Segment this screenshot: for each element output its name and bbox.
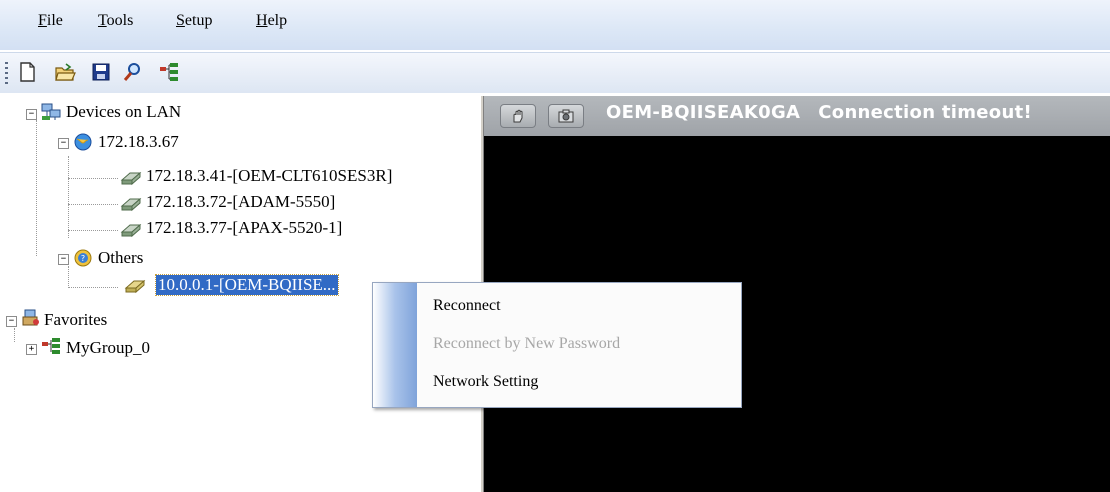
device-icon <box>120 194 142 214</box>
menu-file[interactable]: File <box>38 12 63 30</box>
toolbar <box>0 52 1110 93</box>
tree-line <box>14 328 15 342</box>
menu-item-reconnect[interactable]: Reconnect <box>433 297 501 315</box>
new-file-icon[interactable] <box>14 59 40 85</box>
menu-item-reconnect-new-password: Reconnect by New Password <box>433 335 621 352</box>
tree-item-favorites[interactable]: Favorites <box>44 310 107 330</box>
svg-text:?: ? <box>81 254 85 263</box>
viewer-status: OEM-BQIISEAK0GA Connection timeout! <box>606 102 1032 123</box>
tree-item-device[interactable]: 172.18.3.77-[APAX-5520-1] <box>146 218 342 238</box>
menu-item-network-setting[interactable]: Network Setting <box>433 373 538 391</box>
context-menu: Reconnect Reconnect by New Password Netw… <box>372 282 742 408</box>
tree-line <box>68 230 118 231</box>
collapse-favorites-icon[interactable]: − <box>6 316 17 327</box>
toolbar-grip[interactable] <box>5 62 8 84</box>
save-icon[interactable] <box>88 59 114 85</box>
tree-line <box>68 287 118 288</box>
tree-item-others[interactable]: Others <box>98 248 143 268</box>
question-icon: ? <box>72 248 94 268</box>
search-icon[interactable] <box>120 59 146 85</box>
favorites-icon <box>20 308 42 328</box>
expand-group-icon[interactable]: + <box>26 344 37 355</box>
tree-item-subnet[interactable]: 172.18.3.67 <box>98 132 179 152</box>
tree-item-selected-device[interactable]: 10.0.0.1-[OEM-BQIISE... <box>155 274 339 296</box>
tree-item-device[interactable]: 172.18.3.41-[OEM-CLT610SES3R] <box>146 166 392 186</box>
tree-line <box>68 266 69 288</box>
tree-item-group[interactable]: MyGroup_0 <box>66 338 150 358</box>
menu-bar: File Tools Setup Help <box>0 0 1110 50</box>
collapse-devices-icon[interactable]: − <box>26 109 37 120</box>
device-icon <box>120 220 142 240</box>
menu-tools[interactable]: Tools <box>98 12 133 30</box>
camera-icon[interactable] <box>548 104 584 128</box>
collapse-subnet-icon[interactable]: − <box>58 138 69 149</box>
hand-icon[interactable] <box>500 104 536 128</box>
menu-help[interactable]: Help <box>256 12 287 30</box>
group-icon[interactable] <box>156 59 182 85</box>
device-icon <box>120 168 142 188</box>
tree-line <box>36 120 37 256</box>
group-tree-icon <box>40 336 62 356</box>
menu-setup[interactable]: Setup <box>176 12 212 30</box>
device-warning-icon <box>124 276 146 296</box>
tree-line <box>68 156 69 238</box>
network-computers-icon <box>40 102 62 122</box>
open-folder-icon[interactable] <box>52 59 78 85</box>
tree-item-devices-on-lan[interactable]: Devices on LAN <box>66 102 181 122</box>
tree-line <box>68 204 118 205</box>
viewer-status-text: Connection timeout! <box>818 102 1033 123</box>
viewer-toolbar: OEM-BQIISEAK0GA Connection timeout! <box>484 96 1110 136</box>
tree-item-device[interactable]: 172.18.3.72-[ADAM-5550] <box>146 192 335 212</box>
globe-icon <box>72 132 94 152</box>
context-menu-strip <box>373 283 417 407</box>
collapse-others-icon[interactable]: − <box>58 254 69 265</box>
tree-line <box>68 178 118 179</box>
viewer-device-name: OEM-BQIISEAK0GA <box>606 102 801 123</box>
